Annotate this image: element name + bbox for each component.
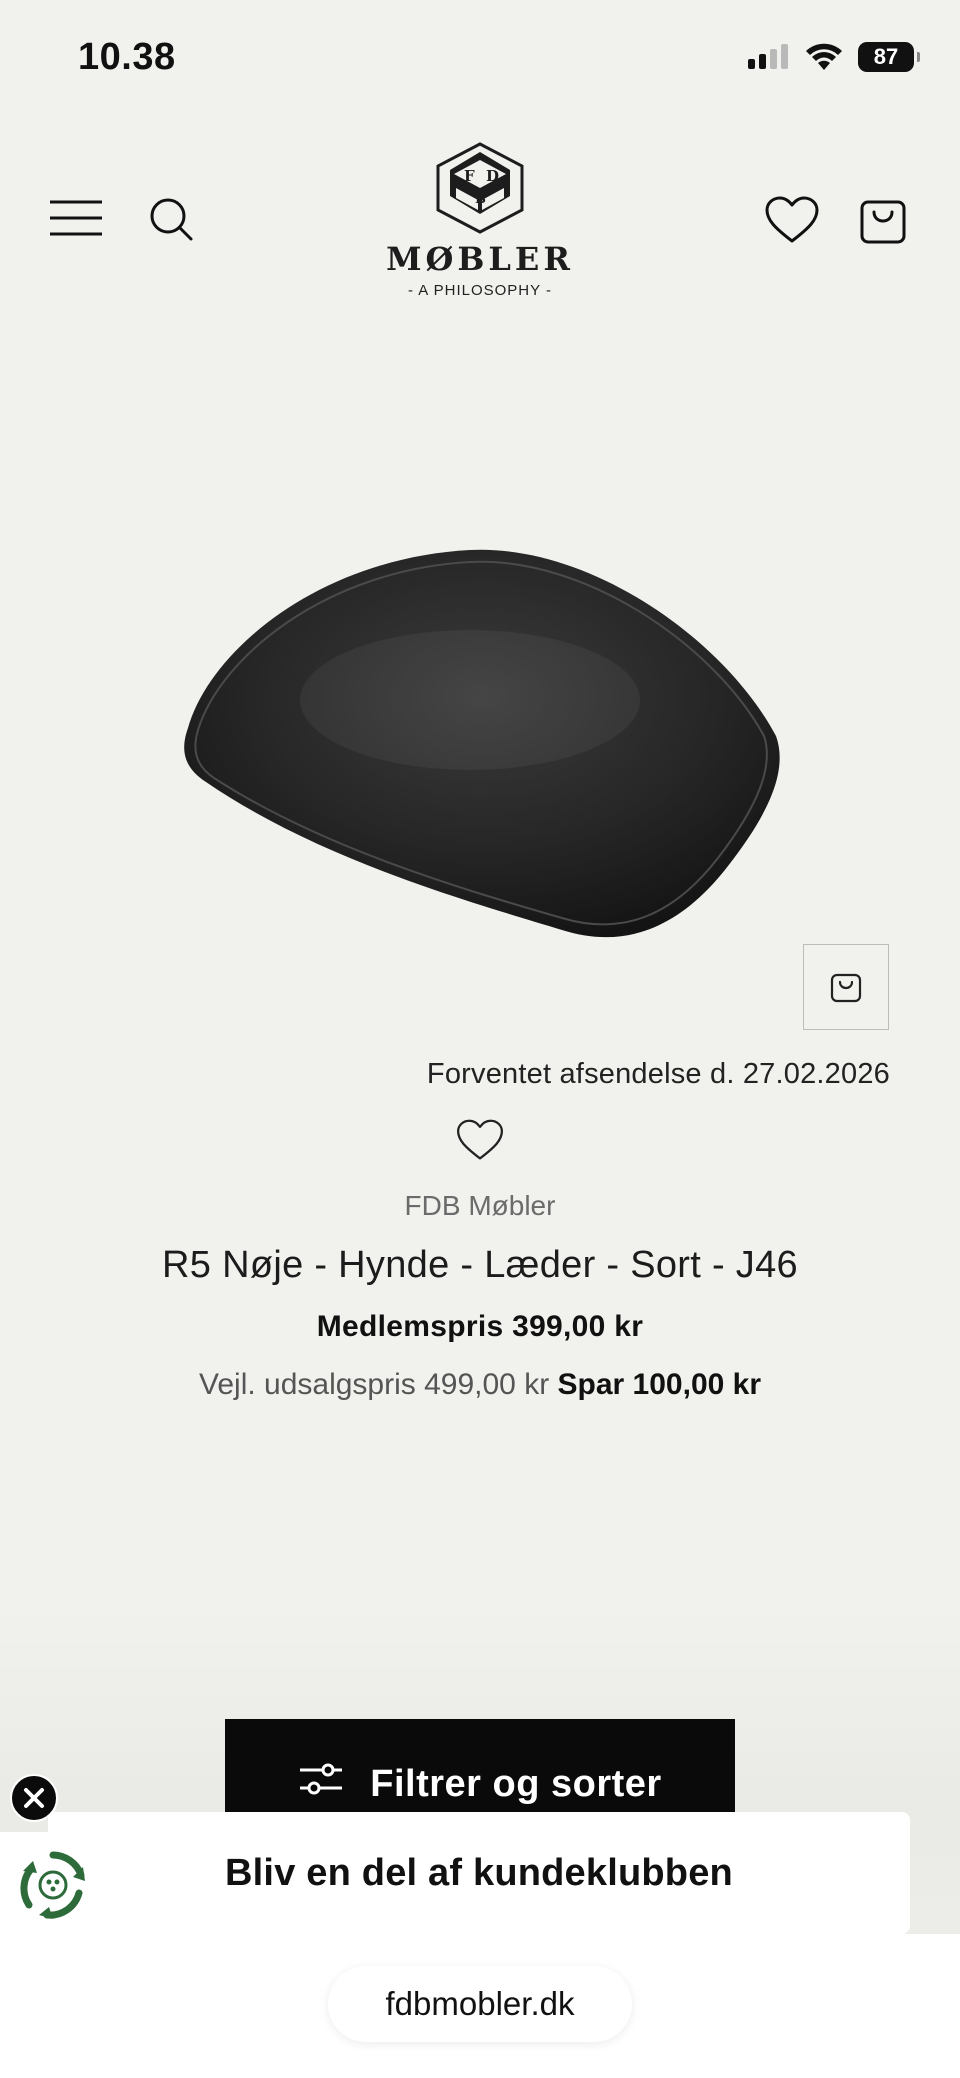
logo-wordmark: MØBLER xyxy=(386,240,574,278)
wishlist-button[interactable] xyxy=(764,194,820,246)
close-icon xyxy=(24,1788,44,1808)
product-image[interactable] xyxy=(170,530,790,960)
customer-club-banner[interactable]: Bliv en del af kundeklubben xyxy=(48,1812,910,1934)
recycle-leaf-icon xyxy=(20,1851,85,1919)
status-icons: 87 xyxy=(748,42,920,72)
expected-shipping-date: Forventet afsendelse d. 27.02.2026 xyxy=(426,1058,890,1090)
product-brand: FDB Møbler xyxy=(404,1190,556,1221)
product-name[interactable]: R5 Nøje - Hynde - Læder - Sort - J46 xyxy=(0,1244,960,1287)
bag-icon xyxy=(830,973,862,1003)
menu-icon xyxy=(50,200,102,236)
fdb-cube-logo: F D B xyxy=(436,142,524,234)
site-logo[interactable]: F D B MØBLER - A PHILOSOPHY - xyxy=(380,140,580,302)
saving-amount: Spar 100,00 kr xyxy=(557,1368,762,1401)
customer-club-label: Bliv en del af kundeklubben xyxy=(225,1851,733,1894)
bag-icon xyxy=(860,200,906,244)
filter-sort-label: Filtrer og sorter xyxy=(370,1763,662,1805)
close-banner-button[interactable] xyxy=(10,1774,58,1822)
menu-button[interactable] xyxy=(48,196,104,240)
heart-icon xyxy=(765,196,819,243)
cart-button[interactable] xyxy=(858,194,908,246)
address-bar-url: fdbmobler.dk xyxy=(385,1985,575,2022)
member-price: Medlemspris 399,00 kr xyxy=(316,1310,644,1343)
logo-letter-b: B xyxy=(475,192,486,207)
logo-tagline: - A PHILOSOPHY - xyxy=(407,282,553,299)
search-icon xyxy=(150,198,193,241)
sliders-icon xyxy=(300,1763,343,1795)
battery-indicator: 87 xyxy=(858,42,920,72)
product-wishlist-button[interactable] xyxy=(454,1116,506,1164)
leather-cushion-image xyxy=(184,549,780,938)
address-bar[interactable]: fdbmobler.dk xyxy=(328,1966,632,2042)
price-row: Vejl. udsalgspris 499,00 kr Spar 100,00 … xyxy=(0,1368,960,1402)
heart-icon xyxy=(456,1119,504,1160)
search-button[interactable] xyxy=(146,194,196,244)
logo-letter-d: D xyxy=(486,167,499,185)
logo-letter-f: F xyxy=(464,167,475,185)
status-time: 10.38 xyxy=(78,36,176,78)
battery-level: 87 xyxy=(873,44,899,69)
filter-sort-button[interactable]: Filtrer og sorter xyxy=(225,1719,735,1819)
club-badge[interactable] xyxy=(0,1832,106,1938)
cellular-signal-icon xyxy=(748,44,788,69)
add-to-cart-button[interactable] xyxy=(803,944,889,1030)
wifi-icon xyxy=(806,43,842,70)
recommended-price: Vejl. udsalgspris 499,00 kr xyxy=(198,1368,550,1401)
